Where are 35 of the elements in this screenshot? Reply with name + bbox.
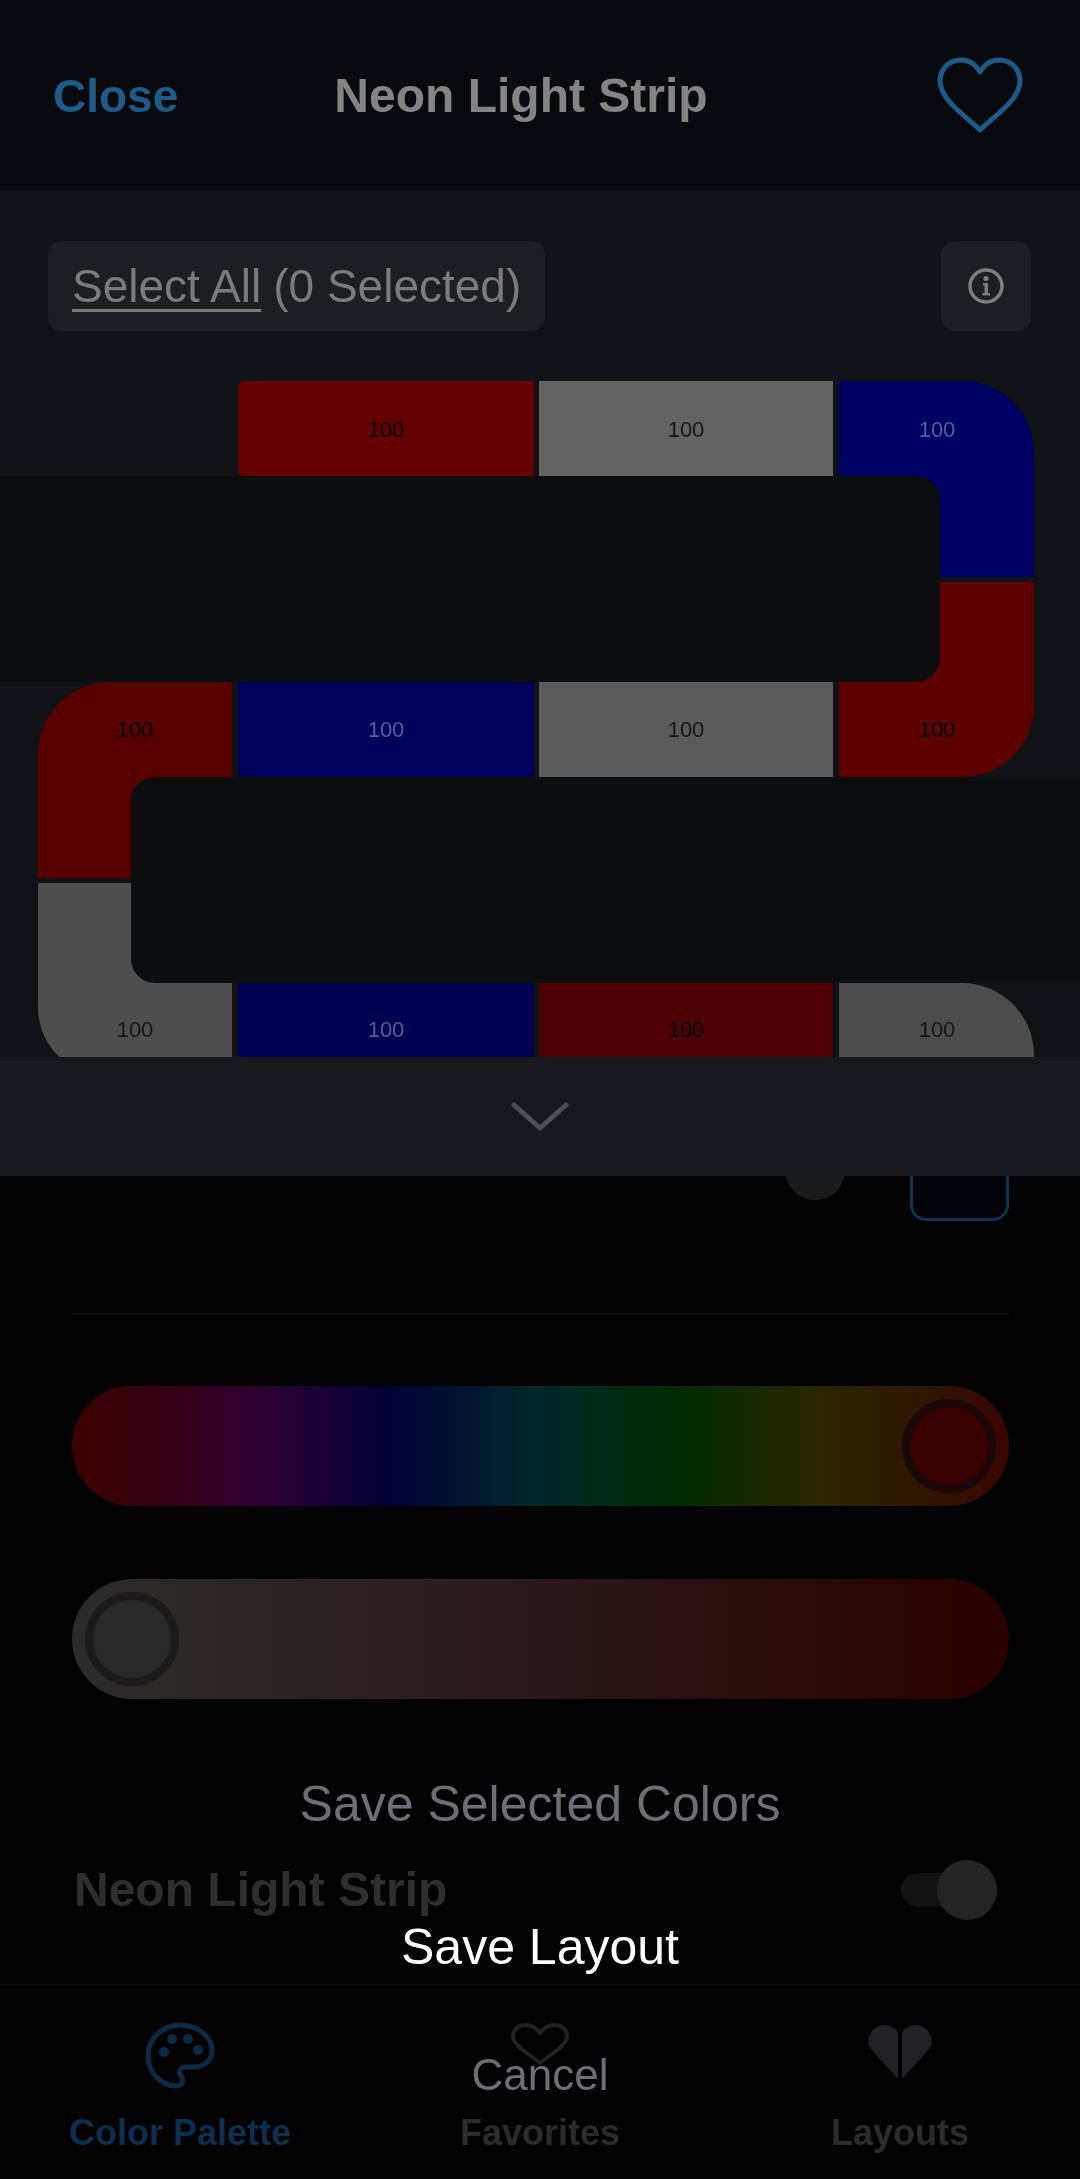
strip-segment[interactable] xyxy=(839,381,1034,577)
cancel-button[interactable]: Cancel xyxy=(461,2050,619,2100)
strip-segment[interactable] xyxy=(539,381,833,476)
round-knob[interactable] xyxy=(785,1176,845,1200)
slider-thumb[interactable] xyxy=(85,1592,179,1686)
strip-segment[interactable] xyxy=(38,682,232,878)
strip-segment[interactable] xyxy=(839,582,1034,777)
slider-thumb[interactable] xyxy=(902,1399,996,1493)
segment-value: 100 xyxy=(667,716,705,742)
strip-segment[interactable] xyxy=(539,682,833,777)
segment-value: 100 xyxy=(918,416,956,442)
info-icon xyxy=(968,268,1004,304)
strip-segment[interactable] xyxy=(238,682,534,777)
chevron-down-icon[interactable] xyxy=(511,1101,569,1132)
segment-value: 100 xyxy=(667,416,705,442)
outlined-button[interactable] xyxy=(910,1176,1009,1221)
segment-value: 100 xyxy=(367,716,405,742)
info-button[interactable] xyxy=(941,241,1031,331)
strip-segment[interactable] xyxy=(38,883,232,1057)
select-all-button[interactable]: Select All (0 Selected) xyxy=(48,241,546,331)
strip-segment[interactable] xyxy=(539,983,833,1057)
strip-segment[interactable] xyxy=(839,983,1034,1057)
window-title: Neon Light Strip xyxy=(334,67,708,124)
close-button[interactable]: Close xyxy=(53,68,179,123)
strip-segment[interactable] xyxy=(238,381,534,476)
action-button[interactable]: Save Layout xyxy=(391,1919,689,1975)
segment-value: 100 xyxy=(667,1016,705,1042)
segment-value: 100 xyxy=(367,416,405,442)
segment-value: 100 xyxy=(116,716,154,742)
segment-value: 100 xyxy=(918,716,956,742)
toggle-switch[interactable] xyxy=(901,1860,997,1920)
strip-segment[interactable] xyxy=(238,983,534,1057)
segment-value: 100 xyxy=(367,1016,405,1042)
heart-icon[interactable] xyxy=(937,57,1023,134)
segment-value: 100 xyxy=(116,1016,154,1042)
